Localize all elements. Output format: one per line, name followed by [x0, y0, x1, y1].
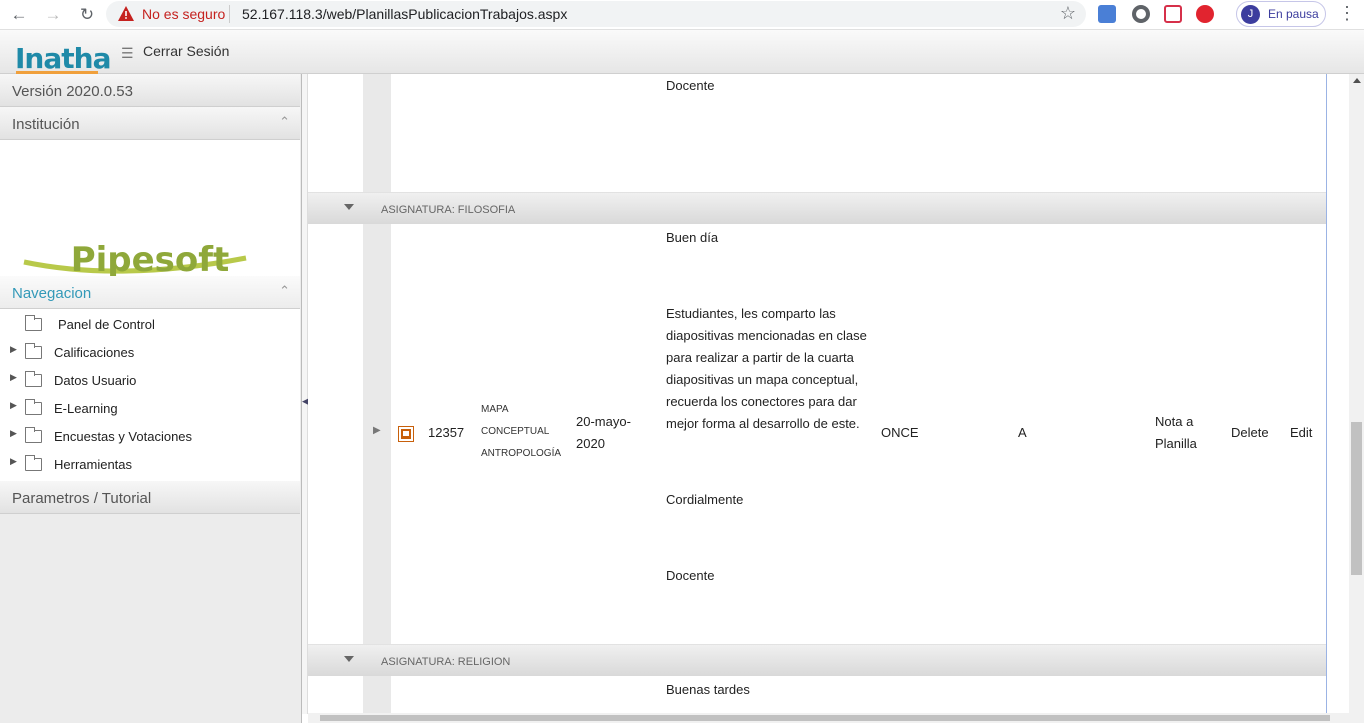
- address-bar[interactable]: No es seguro 52.167.118.3/web/PlanillasP…: [106, 1, 1086, 27]
- description-signature: Docente: [666, 568, 715, 583]
- nav-item-label: E-Learning: [54, 401, 118, 416]
- group-label: ASIGNATURA: FILOSOFIA: [381, 204, 516, 216]
- video-extension-icon[interactable]: [1164, 5, 1182, 23]
- profile-button[interactable]: J En pausa: [1236, 1, 1326, 27]
- institution-logo-text: Pipesoft: [71, 240, 230, 276]
- stop-extension-icon[interactable]: [1196, 5, 1214, 23]
- logout-link[interactable]: Cerrar Sesión: [143, 43, 229, 59]
- description-greeting: Buen día: [666, 230, 719, 245]
- group-row-filosofia[interactable]: ASIGNATURA: FILOSOFIA: [308, 192, 1326, 224]
- expand-triangle-icon[interactable]: ▶: [10, 428, 17, 439]
- nav-item-label: Panel de Control: [58, 317, 155, 332]
- row-expand-icon[interactable]: ▶: [373, 425, 381, 436]
- row-id: 12357: [428, 425, 465, 440]
- row-title-line: CONCEPTUAL: [481, 426, 550, 437]
- not-secure-label[interactable]: No es seguro: [142, 6, 225, 22]
- app-logo: Inatha: [15, 42, 111, 74]
- nav-item-herramientas[interactable]: ▶ Herramientas: [0, 449, 300, 477]
- pipesoft-logo: Pipesoft: [23, 240, 247, 280]
- sidebar: Versión 2020.0.53 Institución ⌃ Pipesoft …: [0, 74, 302, 723]
- description-line: Estudiantes, les comparto las: [666, 306, 836, 321]
- more-menu-icon[interactable]: ⋮: [1338, 3, 1356, 24]
- folder-icon: [25, 399, 42, 415]
- description-greeting: Buenas tardes: [666, 682, 750, 697]
- divider: [229, 5, 230, 23]
- scroll-thumb[interactable]: [1351, 422, 1362, 575]
- main-grid: Docente ASIGNATURA: FILOSOFIA ▶ 12357 MA…: [308, 74, 1327, 715]
- row-gutter: [363, 74, 391, 192]
- row-date-line: 20-mayo-: [576, 414, 631, 429]
- chevron-up-icon[interactable]: ⌃: [279, 114, 290, 130]
- parametros-text: Parametros / Tutorial: [12, 490, 152, 507]
- nav-list: Panel de Control ▶ Calificaciones ▶ Datos …: [0, 309, 300, 481]
- nav-item-label: Calificaciones: [54, 345, 135, 360]
- description-tail: Docente: [666, 78, 715, 93]
- file-icon[interactable]: [398, 426, 414, 442]
- nav-item-panel-de-control[interactable]: Panel de Control: [0, 309, 300, 337]
- nota-planilla-link[interactable]: Planilla: [1155, 436, 1197, 451]
- row-gutter: [363, 676, 391, 715]
- forward-arrow-icon[interactable]: →: [42, 4, 64, 26]
- description-line: diapositivas mencionadas en clase: [666, 328, 867, 343]
- description-line: para realizar a partir de la cuarta: [666, 350, 854, 365]
- institucion-text: Institución: [12, 116, 80, 133]
- row-date-line: 2020: [576, 436, 605, 451]
- group-label: ASIGNATURA: RELIGION: [381, 656, 511, 668]
- app-header: Inatha ☰ Cerrar Sesión: [0, 30, 1364, 74]
- description-line: diapositivas un mapa conceptual,: [666, 372, 859, 387]
- group-row-religion[interactable]: ASIGNATURA: RELIGION: [308, 644, 1326, 676]
- description-line: recuerda los conectores para dar: [666, 394, 857, 409]
- version-label: Versión 2020.0.53: [0, 74, 300, 107]
- navegacion-text: Navegacion: [12, 285, 92, 302]
- bookmark-star-icon[interactable]: ☆: [1060, 3, 1076, 24]
- expand-triangle-icon[interactable]: ▶: [10, 400, 17, 411]
- folder-icon: [25, 455, 42, 471]
- expand-triangle-icon[interactable]: ▶: [10, 344, 17, 355]
- institution-logo-box: Pipesoft: [0, 140, 300, 280]
- expand-triangle-icon[interactable]: ▶: [10, 456, 17, 467]
- nav-item-encuestas[interactable]: ▶ Encuestas y Votaciones: [0, 421, 300, 449]
- bulb-extension-icon[interactable]: [1132, 5, 1150, 23]
- chevron-up-icon[interactable]: ⌃: [279, 283, 290, 299]
- collapse-triangle-icon[interactable]: [344, 204, 354, 210]
- browser-toolbar: ← → ↻ No es seguro 52.167.118.3/web/Plan…: [0, 0, 1364, 30]
- folder-icon: [25, 315, 42, 331]
- nav-item-label: Herramientas: [54, 457, 133, 472]
- scroll-thumb[interactable]: [320, 715, 1330, 721]
- folder-icon: [25, 371, 42, 387]
- nota-planilla-link[interactable]: Nota a: [1155, 414, 1193, 429]
- folder-icon: [25, 343, 42, 359]
- nav-item-e-learning[interactable]: ▶ E-Learning: [0, 393, 300, 421]
- collapse-triangle-icon[interactable]: [344, 656, 354, 662]
- nav-item-calificaciones[interactable]: ▶ Calificaciones: [0, 337, 300, 365]
- vertical-scrollbar[interactable]: [1349, 74, 1364, 723]
- horizontal-scrollbar[interactable]: [308, 713, 1349, 723]
- profile-status: En pausa: [1268, 7, 1319, 21]
- url-text[interactable]: 52.167.118.3/web/PlanillasPublicacionTra…: [242, 6, 567, 22]
- folder-icon: [25, 427, 42, 443]
- nav-item-label: Datos Usuario: [54, 373, 137, 388]
- row-title-line: ANTROPOLOGÍA: [481, 448, 562, 459]
- description-line: mejor forma al desarrollo de este.: [666, 416, 860, 431]
- institucion-header[interactable]: Institución ⌃: [0, 107, 300, 140]
- version-text: Versión 2020.0.53: [12, 83, 133, 100]
- delete-link[interactable]: Delete: [1231, 425, 1269, 440]
- translate-extension-icon[interactable]: [1098, 5, 1116, 23]
- warning-icon: [118, 6, 134, 21]
- nav-item-datos-usuario[interactable]: ▶ Datos Usuario: [0, 365, 300, 393]
- back-arrow-icon[interactable]: ←: [8, 4, 30, 26]
- navegacion-header[interactable]: Navegacion ⌃: [0, 276, 300, 309]
- description-closing: Cordialmente: [666, 492, 744, 507]
- avatar: J: [1241, 5, 1260, 24]
- expand-triangle-icon[interactable]: ▶: [10, 372, 17, 383]
- row-group: A: [1018, 425, 1027, 440]
- reload-icon[interactable]: ↻: [76, 4, 98, 26]
- parametros-header[interactable]: Parametros / Tutorial: [0, 481, 300, 514]
- row-title-line: MAPA: [481, 404, 509, 415]
- scroll-up-icon[interactable]: [1353, 78, 1361, 83]
- hamburger-menu-icon[interactable]: ☰: [121, 45, 134, 62]
- row-grade: ONCE: [881, 425, 919, 440]
- edit-link[interactable]: Edit: [1290, 425, 1312, 440]
- nav-item-label: Encuestas y Votaciones: [54, 429, 193, 444]
